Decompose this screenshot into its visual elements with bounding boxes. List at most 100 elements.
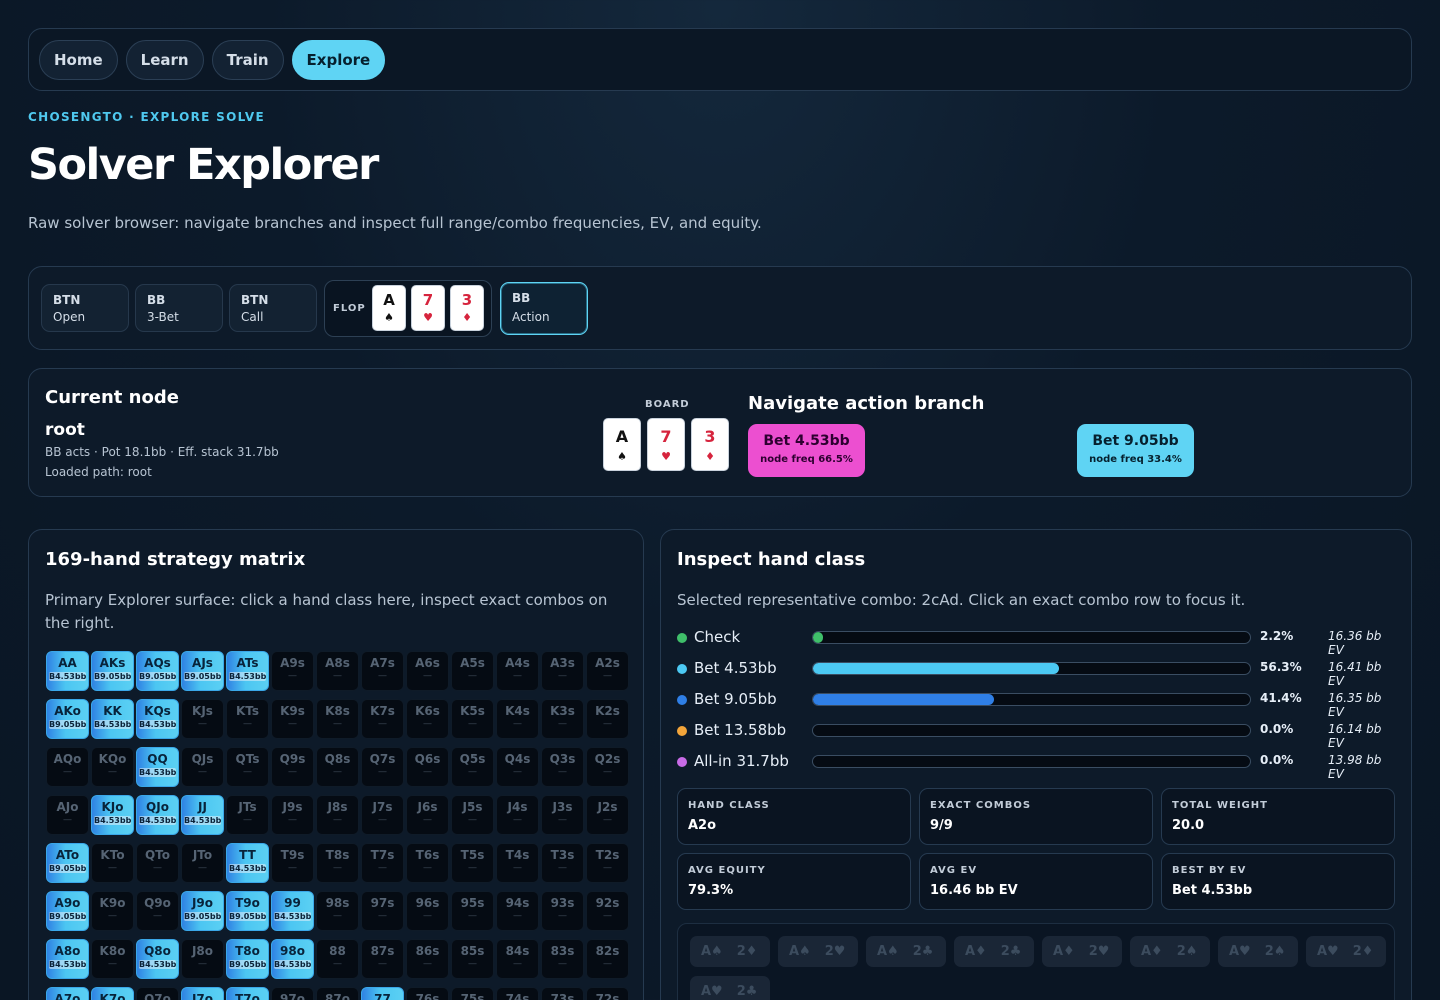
hand-cell[interactable]: T5s — xyxy=(451,843,494,883)
hand-cell[interactable]: 88— xyxy=(316,939,359,979)
hand-cell[interactable]: Q8s — xyxy=(316,747,359,787)
hand-cell[interactable]: QTs — xyxy=(226,747,269,787)
hand-cell[interactable]: A2s — xyxy=(586,651,629,691)
hand-cell[interactable]: 98s — xyxy=(316,891,359,931)
crumb-bb-action[interactable]: BB Action xyxy=(500,282,588,335)
hand-cell[interactable]: 95s — xyxy=(451,891,494,931)
hand-cell[interactable]: A8s — xyxy=(316,651,359,691)
hand-cell[interactable]: A9s — xyxy=(271,651,314,691)
hand-cell[interactable]: A9o B9.05bb xyxy=(46,891,89,931)
hand-cell[interactable]: A7s — xyxy=(361,651,404,691)
hand-cell[interactable]: Q6s — xyxy=(406,747,449,787)
branch-bet-4-53[interactable]: Bet 4.53bb node freq 66.5% xyxy=(748,424,865,477)
hand-cell[interactable]: 96s — xyxy=(406,891,449,931)
hand-cell[interactable]: AQs B9.05bb xyxy=(136,651,179,691)
combo-chip[interactable]: A♠ 2♣ xyxy=(866,936,946,967)
hand-cell[interactable]: T9o B9.05bb xyxy=(226,891,269,931)
hand-cell[interactable]: 94s — xyxy=(496,891,539,931)
hand-cell[interactable]: K4s — xyxy=(496,699,539,739)
combo-chip[interactable]: A♠ 2♦ xyxy=(690,936,770,967)
hand-cell[interactable]: 83s — xyxy=(541,939,584,979)
hand-cell[interactable]: AA B4.53bb xyxy=(46,651,89,691)
hand-cell[interactable]: K9s — xyxy=(271,699,314,739)
hand-cell[interactable]: T2s — xyxy=(586,843,629,883)
hand-cell[interactable]: QTo — xyxy=(136,843,179,883)
hand-cell[interactable]: QJo B4.53bb xyxy=(136,795,179,835)
hand-cell[interactable]: J8o — xyxy=(181,939,224,979)
hand-cell[interactable]: J4s — xyxy=(496,795,539,835)
hand-cell[interactable]: KJs — xyxy=(181,699,224,739)
hand-cell[interactable]: AKo B9.05bb xyxy=(46,699,89,739)
hand-cell[interactable]: Q7o— xyxy=(136,987,179,1000)
combo-chip[interactable]: A♦ 2♥ xyxy=(1042,936,1122,967)
hand-cell[interactable]: AJo — xyxy=(46,795,89,835)
combo-chip[interactable]: A♥ 2♦ xyxy=(1306,936,1386,967)
crumb-bb-3bet[interactable]: BB 3-Bet xyxy=(135,284,223,332)
hand-cell[interactable]: T8o B9.05bb xyxy=(226,939,269,979)
hand-cell[interactable]: 73s— xyxy=(541,987,584,1000)
hand-cell[interactable]: A3s — xyxy=(541,651,584,691)
hand-cell[interactable]: 82s — xyxy=(586,939,629,979)
hand-cell[interactable]: J5s — xyxy=(451,795,494,835)
hand-cell[interactable]: A6s — xyxy=(406,651,449,691)
hand-cell[interactable]: AQo — xyxy=(46,747,89,787)
crumb-btn-call[interactable]: BTN Call xyxy=(229,284,317,332)
nav-explore[interactable]: Explore xyxy=(291,39,386,80)
nav-learn[interactable]: Learn xyxy=(125,39,204,80)
hand-cell[interactable]: QQ B4.53bb xyxy=(136,747,179,787)
hand-cell[interactable]: KQs B4.53bb xyxy=(136,699,179,739)
hand-cell[interactable]: K9o — xyxy=(91,891,134,931)
hand-cell[interactable]: K2s — xyxy=(586,699,629,739)
hand-cell[interactable]: J3s — xyxy=(541,795,584,835)
hand-cell[interactable]: Q9o — xyxy=(136,891,179,931)
hand-cell[interactable]: 86s — xyxy=(406,939,449,979)
hand-cell[interactable]: 93s — xyxy=(541,891,584,931)
hand-cell[interactable]: KK B4.53bb xyxy=(91,699,134,739)
hand-cell[interactable]: JJ B4.53bb xyxy=(181,795,224,835)
hand-cell[interactable]: J9o B9.05bb xyxy=(181,891,224,931)
hand-cell[interactable]: 76s— xyxy=(406,987,449,1000)
hand-cell[interactable]: T3s — xyxy=(541,843,584,883)
hand-cell[interactable]: J7s — xyxy=(361,795,404,835)
hand-cell[interactable]: 77— xyxy=(361,987,404,1000)
hand-cell[interactable]: K8o — xyxy=(91,939,134,979)
nav-train[interactable]: Train xyxy=(211,39,284,80)
hand-cell[interactable]: Q7s — xyxy=(361,747,404,787)
hand-cell[interactable]: J6s — xyxy=(406,795,449,835)
hand-cell[interactable]: 75s— xyxy=(451,987,494,1000)
hand-cell[interactable]: A7o— xyxy=(46,987,89,1000)
hand-cell[interactable]: AJs B9.05bb xyxy=(181,651,224,691)
hand-cell[interactable]: Q2s — xyxy=(586,747,629,787)
hand-cell[interactable]: 99 B4.53bb xyxy=(271,891,314,931)
hand-cell[interactable]: T7o— xyxy=(226,987,269,1000)
hand-cell[interactable]: K3s — xyxy=(541,699,584,739)
hand-cell[interactable]: TT B4.53bb xyxy=(226,843,269,883)
hand-cell[interactable]: T6s — xyxy=(406,843,449,883)
hand-cell[interactable]: J7o— xyxy=(181,987,224,1000)
combo-chip[interactable]: A♦ 2♣ xyxy=(954,936,1034,967)
hand-cell[interactable]: T8s — xyxy=(316,843,359,883)
hand-cell[interactable]: 87s — xyxy=(361,939,404,979)
hand-cell[interactable]: 84s — xyxy=(496,939,539,979)
hand-cell[interactable]: 74s— xyxy=(496,987,539,1000)
crumb-btn-open[interactable]: BTN Open xyxy=(41,284,129,332)
hand-cell[interactable]: JTo — xyxy=(181,843,224,883)
hand-cell[interactable]: J2s — xyxy=(586,795,629,835)
hand-cell[interactable]: K7o— xyxy=(91,987,134,1000)
hand-cell[interactable]: T4s — xyxy=(496,843,539,883)
nav-home[interactable]: Home xyxy=(39,39,118,80)
combo-chip[interactable]: A♠ 2♥ xyxy=(778,936,858,967)
hand-cell[interactable]: J9s — xyxy=(271,795,314,835)
hand-cell[interactable]: 85s — xyxy=(451,939,494,979)
hand-cell[interactable]: J8s — xyxy=(316,795,359,835)
hand-cell[interactable]: KJo B4.53bb xyxy=(91,795,134,835)
hand-cell[interactable]: Q5s — xyxy=(451,747,494,787)
hand-cell[interactable]: K7s — xyxy=(361,699,404,739)
hand-cell[interactable]: JTs — xyxy=(226,795,269,835)
hand-cell[interactable]: T7s — xyxy=(361,843,404,883)
combo-chip[interactable]: A♥ 2♠ xyxy=(1218,936,1298,967)
hand-cell[interactable]: 92s — xyxy=(586,891,629,931)
hand-cell[interactable]: 87o— xyxy=(316,987,359,1000)
hand-cell[interactable]: AKs B9.05bb xyxy=(91,651,134,691)
hand-cell[interactable]: Q3s — xyxy=(541,747,584,787)
